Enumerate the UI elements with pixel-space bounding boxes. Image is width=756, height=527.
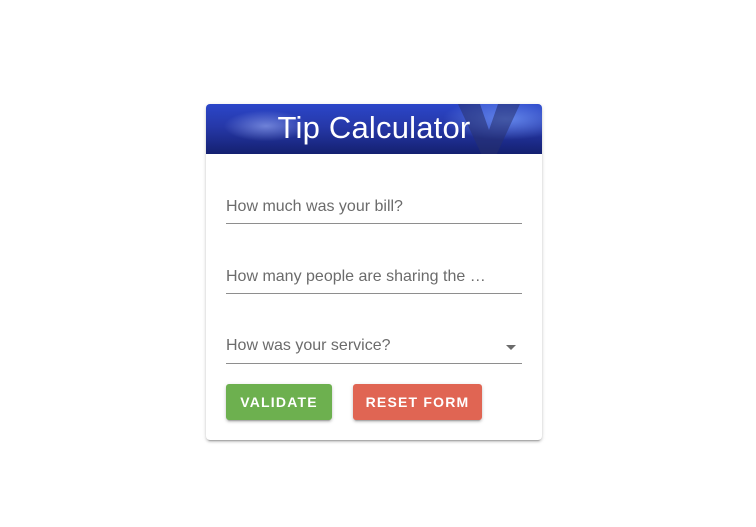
reset-form-button[interactable]: RESET FORM	[353, 384, 482, 420]
page-title: Tip Calculator	[277, 110, 471, 145]
people-field	[226, 259, 522, 294]
bill-input[interactable]	[226, 193, 522, 221]
header-banner: Tip Calculator	[206, 104, 542, 154]
service-select[interactable]: How was your service?	[226, 329, 522, 364]
tip-calculator-card: Tip Calculator How was your service? VAL…	[206, 104, 542, 440]
service-select-placeholder: How was your service?	[226, 337, 391, 354]
people-input[interactable]	[226, 263, 522, 291]
dropdown-arrow-icon[interactable]	[506, 345, 516, 350]
validate-button[interactable]: VALIDATE	[226, 384, 332, 420]
bill-field	[226, 189, 522, 224]
